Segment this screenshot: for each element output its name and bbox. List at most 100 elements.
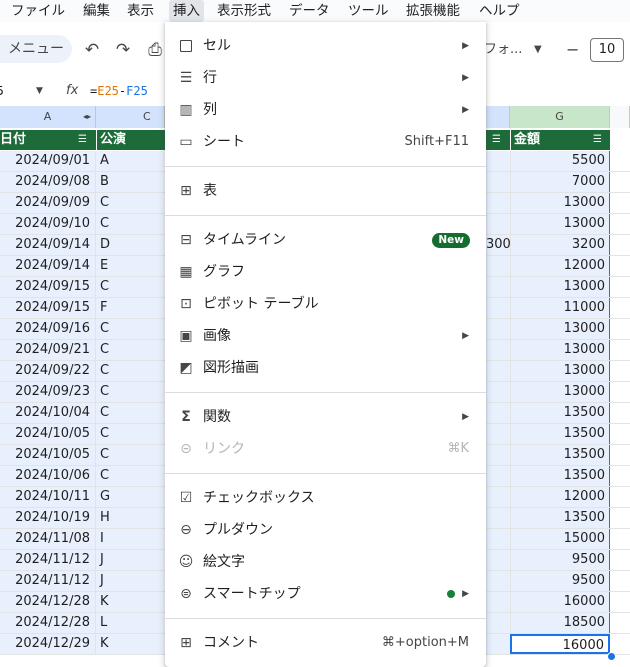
date-cell[interactable]: 2024/10/11 <box>0 487 96 507</box>
amount-cell[interactable]: 7000 <box>510 172 610 192</box>
amount-cell[interactable]: 13500 <box>510 403 610 423</box>
h-cell[interactable] <box>610 403 630 423</box>
f-cell[interactable]: 300 <box>486 235 511 255</box>
h-cell[interactable] <box>610 235 630 255</box>
f-cell[interactable] <box>486 550 510 570</box>
h-cell[interactable] <box>610 193 630 213</box>
date-cell[interactable]: 2024/09/08 <box>0 172 96 192</box>
f-cell[interactable] <box>486 382 510 402</box>
menu-item-table[interactable]: ⊞ 表 <box>165 175 486 207</box>
amount-cell[interactable]: 9500 <box>510 550 610 570</box>
performance-cell[interactable]: B <box>96 172 164 192</box>
menu-view[interactable]: 表示 <box>127 0 154 22</box>
filter-icon[interactable]: ☰ <box>593 130 602 150</box>
date-cell[interactable]: 2024/10/19 <box>0 508 96 528</box>
date-cell[interactable]: 2024/09/14 <box>0 235 96 255</box>
date-cell[interactable]: 2024/11/08 <box>0 529 96 549</box>
menu-help[interactable]: ヘルプ <box>479 0 520 22</box>
f-cell[interactable] <box>486 424 510 444</box>
f-cell[interactable] <box>486 529 510 549</box>
f-cell[interactable] <box>486 256 510 276</box>
f-cell[interactable] <box>486 361 510 381</box>
date-cell[interactable]: 2024/10/05 <box>0 424 96 444</box>
date-cell[interactable]: 2024/09/22 <box>0 361 96 381</box>
font-size-input[interactable]: 10 <box>590 38 624 62</box>
menu-item-cells[interactable]: セル ▶ <box>165 30 486 62</box>
performance-cell[interactable]: F <box>96 298 164 318</box>
performance-cell[interactable]: A <box>96 151 164 171</box>
h-cell[interactable] <box>610 361 630 381</box>
amount-cell[interactable]: 9500 <box>510 571 610 591</box>
h-cell[interactable] <box>610 529 630 549</box>
date-cell[interactable]: 2024/09/15 <box>0 277 96 297</box>
f-cell[interactable] <box>486 508 510 528</box>
amount-cell[interactable]: 13000 <box>510 277 610 297</box>
f-cell[interactable] <box>486 571 510 591</box>
menu-item-emoji[interactable]: ☺ 絵文字 <box>165 546 486 578</box>
h-cell[interactable] <box>610 466 630 486</box>
performance-cell[interactable]: L <box>96 613 164 633</box>
f-cell[interactable] <box>486 487 510 507</box>
h-cell[interactable] <box>610 508 630 528</box>
f-cell[interactable] <box>486 298 510 318</box>
performance-cell[interactable]: J <box>96 571 164 591</box>
performance-cell[interactable]: C <box>96 319 164 339</box>
decrease-font-size-button[interactable]: − <box>566 32 579 68</box>
f-cell[interactable] <box>486 592 510 612</box>
menu-insert[interactable]: 挿入 <box>169 0 204 22</box>
chevron-down-icon[interactable]: ▼ <box>534 32 542 68</box>
column-header-f[interactable] <box>486 106 510 128</box>
date-cell[interactable]: 2024/11/12 <box>0 550 96 570</box>
f-cell[interactable] <box>486 340 510 360</box>
performance-cell[interactable]: D <box>96 235 164 255</box>
h-cell[interactable] <box>610 172 630 192</box>
amount-cell[interactable]: 16000 <box>510 592 610 612</box>
header-cell-f[interactable]: ☰ <box>486 130 510 150</box>
header-cell-amount[interactable]: 金額 ☰ <box>510 130 610 150</box>
font-family-select[interactable]: フォ... <box>484 32 522 68</box>
chevron-down-icon[interactable]: ▼ <box>36 80 43 102</box>
h-cell[interactable] <box>610 214 630 234</box>
performance-cell[interactable]: E <box>96 256 164 276</box>
amount-cell[interactable]: 13500 <box>510 445 610 465</box>
h-cell[interactable] <box>610 550 630 570</box>
performance-cell[interactable]: H <box>96 508 164 528</box>
column-header-c[interactable]: C <box>96 106 165 128</box>
menu-item-image[interactable]: ▣ 画像 ▶ <box>165 320 486 352</box>
h-cell[interactable] <box>610 487 630 507</box>
amount-cell[interactable]: 13000 <box>510 340 610 360</box>
menu-item-sheet[interactable]: ▭ シート Shift+F11 <box>165 126 486 158</box>
menu-format[interactable]: 表示形式 <box>217 0 271 22</box>
f-cell[interactable] <box>486 613 510 633</box>
amount-cell[interactable]: 13000 <box>510 382 610 402</box>
menu-tools[interactable]: ツール <box>348 0 389 22</box>
performance-cell[interactable]: C <box>96 382 164 402</box>
filter-icon[interactable]: ☰ <box>78 130 87 150</box>
f-cell[interactable] <box>486 193 510 213</box>
name-box[interactable]: 5 <box>0 80 4 102</box>
amount-cell[interactable]: 12000 <box>510 487 610 507</box>
filter-icon[interactable]: ☰ <box>492 130 501 150</box>
menu-data[interactable]: データ <box>289 0 330 22</box>
fill-handle[interactable] <box>607 652 616 661</box>
h-cell[interactable] <box>610 151 630 171</box>
amount-cell[interactable]: 12000 <box>510 256 610 276</box>
f-cell[interactable] <box>486 634 510 654</box>
header-cell-performance[interactable]: 公演 <box>96 130 165 150</box>
h-cell[interactable] <box>610 277 630 297</box>
menu-item-smart-chips[interactable]: ⊜ スマートチップ ▶ <box>165 578 486 610</box>
amount-cell[interactable]: 13000 <box>510 193 610 213</box>
column-header-g[interactable]: G <box>510 106 610 128</box>
performance-cell[interactable]: K <box>96 592 164 612</box>
h-cell[interactable] <box>610 340 630 360</box>
performance-cell[interactable]: J <box>96 550 164 570</box>
amount-cell[interactable]: 18500 <box>510 613 610 633</box>
performance-cell[interactable]: I <box>96 529 164 549</box>
performance-cell[interactable]: C <box>96 214 164 234</box>
h-cell[interactable] <box>610 424 630 444</box>
amount-cell[interactable]: 13500 <box>510 424 610 444</box>
performance-cell[interactable]: C <box>96 403 164 423</box>
date-cell[interactable]: 2024/09/15 <box>0 298 96 318</box>
f-cell[interactable] <box>486 445 510 465</box>
menu-item-rows[interactable]: ☰ 行 ▶ <box>165 62 486 94</box>
